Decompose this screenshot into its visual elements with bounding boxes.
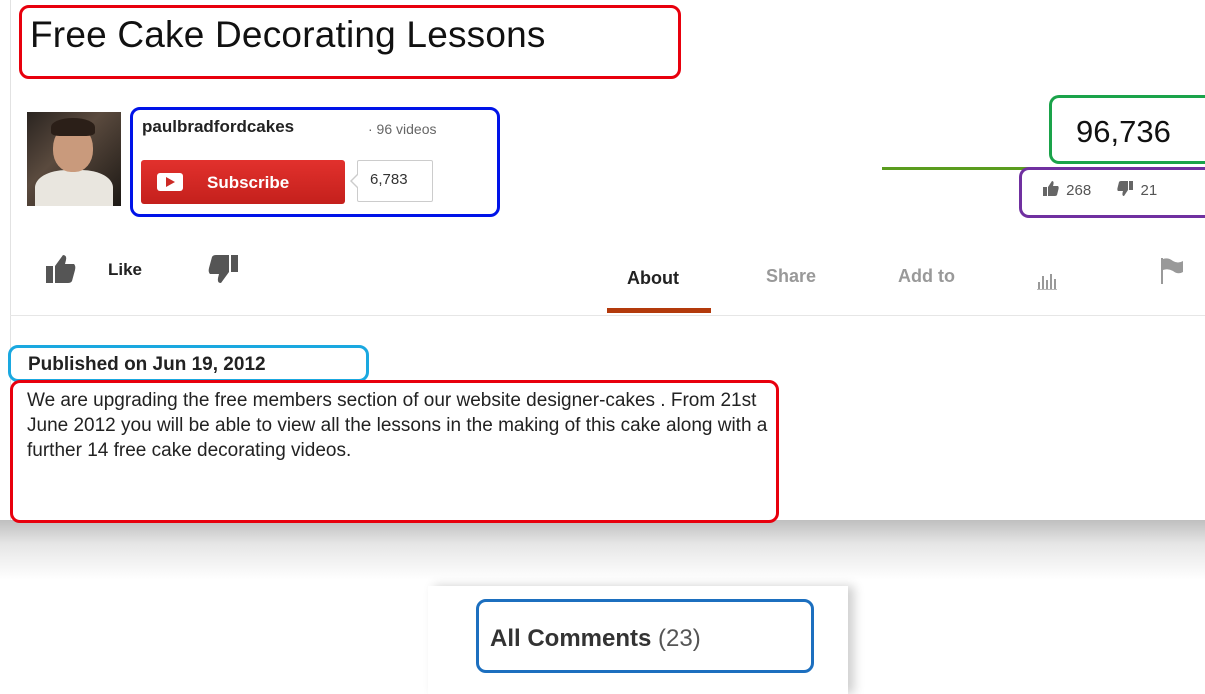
- tab-share[interactable]: Share: [766, 266, 816, 287]
- annotation-box-comments: [476, 599, 814, 673]
- annotation-box-description: [10, 380, 779, 523]
- active-tab-indicator: [607, 308, 711, 313]
- annotation-box-published: [8, 345, 369, 382]
- panel-shadow: [0, 520, 1205, 580]
- tab-add-to[interactable]: Add to: [898, 266, 955, 287]
- tab-about[interactable]: About: [627, 268, 679, 289]
- annotation-box-likes: [1019, 167, 1205, 218]
- flag-icon: [1161, 258, 1183, 284]
- action-bar: Like About Share Add to: [0, 252, 1205, 316]
- annotation-box-channel: [130, 107, 500, 217]
- action-bar-divider: [10, 315, 1205, 316]
- report-button[interactable]: [1160, 258, 1184, 289]
- dislike-button[interactable]: [208, 255, 238, 288]
- like-thumb-icon: [46, 255, 76, 283]
- dislike-thumb-icon: [208, 255, 238, 283]
- channel-avatar[interactable]: [27, 112, 121, 206]
- annotation-box-views: [1049, 95, 1205, 164]
- stats-button[interactable]: [1037, 268, 1059, 295]
- avatar-shirt: [35, 170, 113, 206]
- like-button[interactable]: Like: [46, 255, 142, 283]
- annotation-box-title: [19, 5, 681, 79]
- like-label: Like: [108, 260, 143, 279]
- stats-icon: [1037, 274, 1057, 290]
- avatar-hair: [51, 118, 95, 136]
